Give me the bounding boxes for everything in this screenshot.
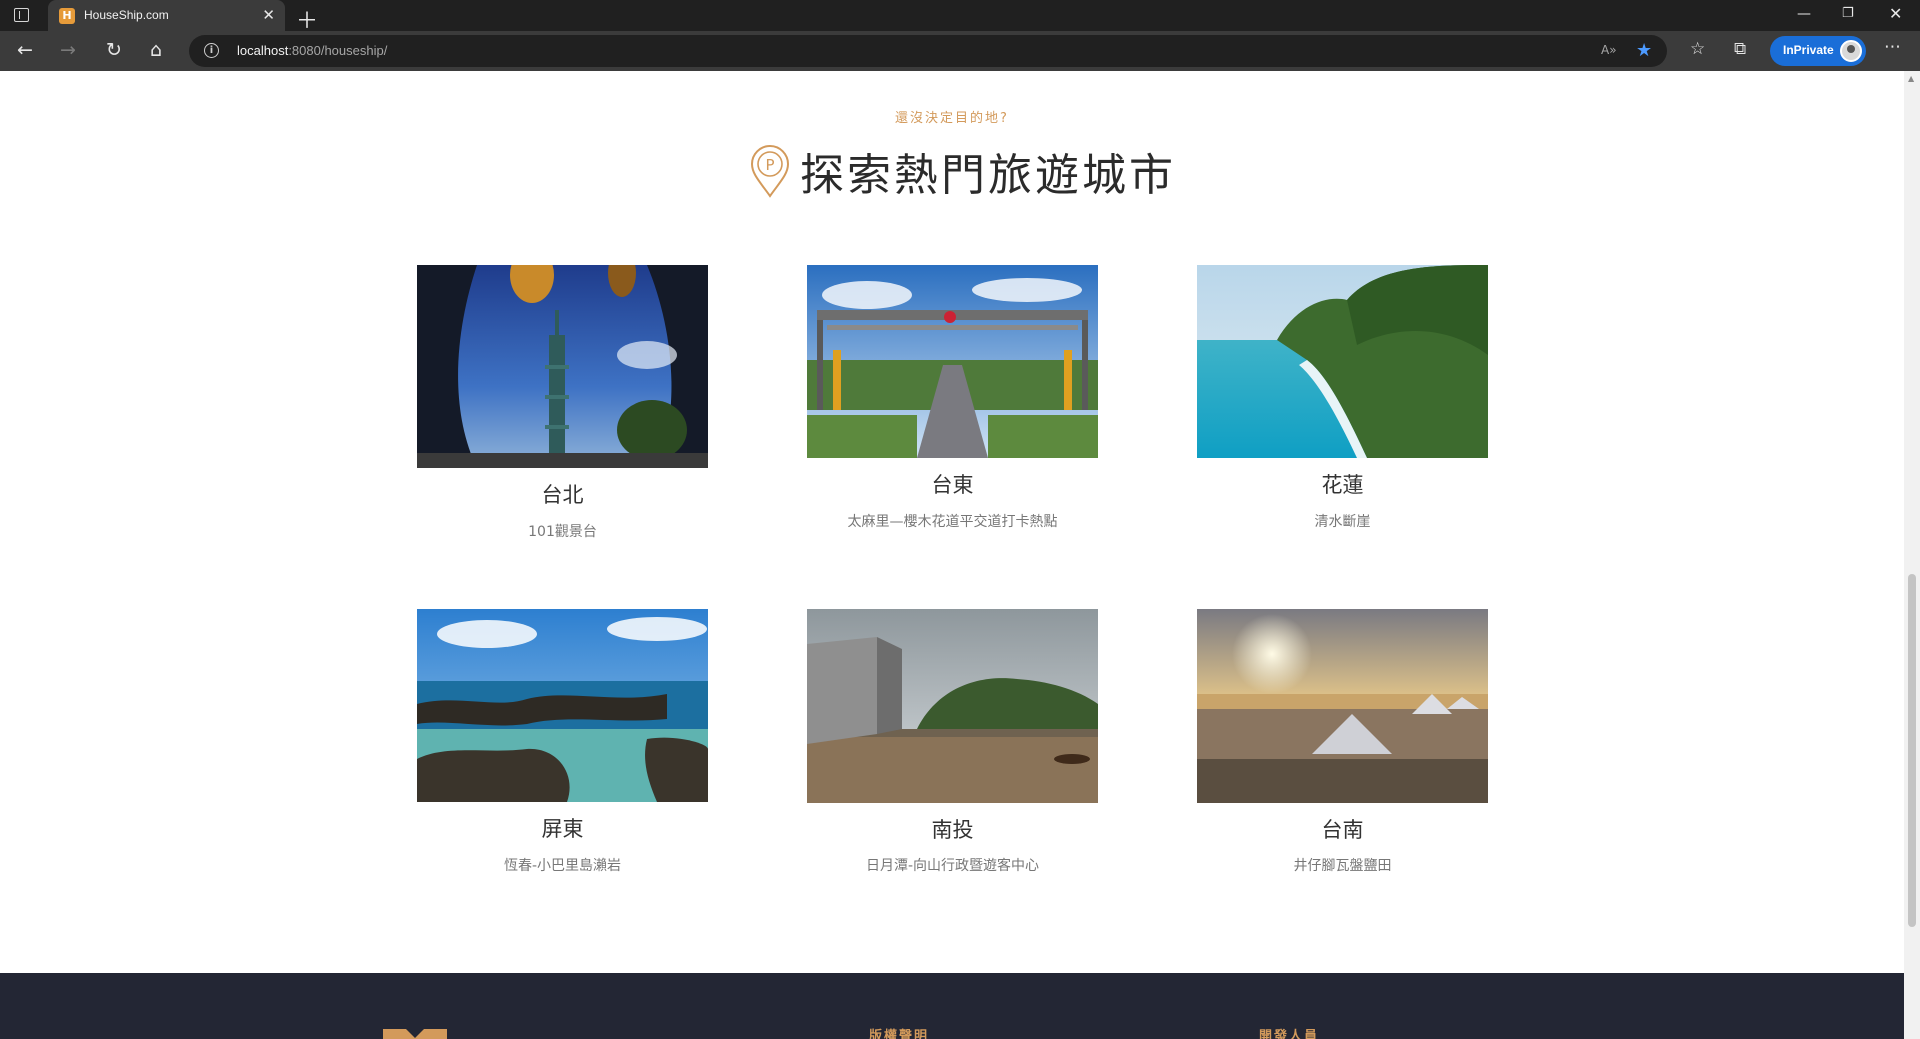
url-host: localhost <box>237 43 289 58</box>
city-photo-taipei <box>417 247 708 468</box>
page-title: 探索熱門旅遊城市 <box>800 150 1176 201</box>
site-info-icon[interactable]: i <box>204 43 219 58</box>
inprivate-button[interactable]: InPrivate <box>1770 36 1866 66</box>
tab-title: HouseShip.com <box>84 8 169 22</box>
browser-toolbar: ← → ↻ ⌂ i localhost:8080/houseship/ A» ★… <box>0 31 1920 71</box>
city-photo-pingtung <box>417 609 708 802</box>
svg-text:P: P <box>765 156 774 174</box>
city-description: 日月潭-向山行政暨遊客中心 <box>865 858 1040 874</box>
favicon-icon: H <box>59 8 75 24</box>
collections-icon[interactable]: ⧉ <box>1734 39 1746 59</box>
section-heading: P 探索熱門旅遊城市 <box>748 141 1176 201</box>
url-path: :8080/houseship/ <box>288 43 388 58</box>
footer-copyright-heading: 版權聲明 <box>869 1029 930 1039</box>
window-close-icon[interactable]: ✕ <box>1889 4 1902 23</box>
city-card-nantou[interactable]: 南投 日月潭-向山行政暨遊客中心 <box>807 609 1098 874</box>
scrollbar-thumb[interactable] <box>1908 574 1916 927</box>
city-description: 太麻里—櫻木花道平交道打卡熱點 <box>847 514 1058 530</box>
city-card-hualien[interactable]: 花蓮 清水斷崖 <box>1197 265 1488 530</box>
footer-logo <box>383 1028 447 1039</box>
city-name: 台南 <box>1321 818 1364 842</box>
more-icon[interactable]: ⋯ <box>1884 37 1901 57</box>
tab-actions-icon[interactable] <box>14 8 29 22</box>
address-bar[interactable]: i localhost:8080/houseship/ A» ★ <box>189 35 1667 67</box>
avatar <box>1840 40 1862 62</box>
footer-developers-heading: 開發人員 <box>1259 1029 1320 1039</box>
city-photo-tainan <box>1197 609 1488 803</box>
read-aloud-icon[interactable]: A» <box>1601 43 1617 57</box>
city-name: 屏東 <box>541 817 584 841</box>
minimize-icon[interactable]: — <box>1797 6 1811 22</box>
reload-icon[interactable]: ↻ <box>106 39 122 61</box>
home-icon[interactable]: ⌂ <box>150 39 162 61</box>
city-card-taipei[interactable]: 台北 101觀景台 <box>417 247 708 540</box>
restore-icon[interactable]: ❐ <box>1842 6 1854 21</box>
city-photo-hualien <box>1197 265 1488 458</box>
city-name: 南投 <box>931 818 974 842</box>
back-arrow-icon[interactable]: ← <box>17 39 33 61</box>
favorite-star-icon[interactable]: ★ <box>1636 40 1652 61</box>
city-card-taitung[interactable]: 台東 太麻里—櫻木花道平交道打卡熱點 <box>807 265 1098 530</box>
page-viewport: 還沒決定目的地? P 探索熱門旅遊城市 台北 101觀景台 台東 太麻里—櫻木花… <box>0 71 1904 1039</box>
url-text[interactable]: localhost:8080/houseship/ <box>237 43 387 58</box>
section-subtitle: 還沒決定目的地? <box>895 111 1009 126</box>
close-tab-icon[interactable]: ✕ <box>262 6 275 24</box>
forward-arrow-icon[interactable]: → <box>60 39 76 61</box>
scrollbar[interactable]: ▲ <box>1904 71 1920 1039</box>
city-description: 恆春-小巴里島瀨岩 <box>503 858 622 874</box>
scroll-up-icon[interactable]: ▲ <box>1908 74 1914 83</box>
city-photo-nantou <box>807 609 1098 803</box>
tab-bar: H HouseShip.com ✕ ＋ — ❐ ✕ <box>0 0 1920 34</box>
city-photo-taitung <box>807 265 1098 458</box>
favorites-icon[interactable]: ☆ <box>1690 39 1705 59</box>
footer: 版權聲明 開發人員 <box>0 973 1904 1039</box>
city-name: 台東 <box>931 473 974 497</box>
browser-tab[interactable]: H HouseShip.com ✕ <box>48 0 285 31</box>
city-description: 清水斷崖 <box>1314 514 1371 530</box>
city-card-tainan[interactable]: 台南 井仔腳瓦盤鹽田 <box>1197 609 1488 874</box>
city-name: 花蓮 <box>1321 473 1364 497</box>
city-description: 101觀景台 <box>528 524 597 540</box>
inprivate-label: InPrivate <box>1783 43 1834 57</box>
location-pin-icon: P <box>750 145 790 198</box>
city-description: 井仔腳瓦盤鹽田 <box>1293 858 1392 874</box>
city-card-pingtung[interactable]: 屏東 恆春-小巴里島瀨岩 <box>417 609 708 874</box>
city-name: 台北 <box>541 483 584 507</box>
